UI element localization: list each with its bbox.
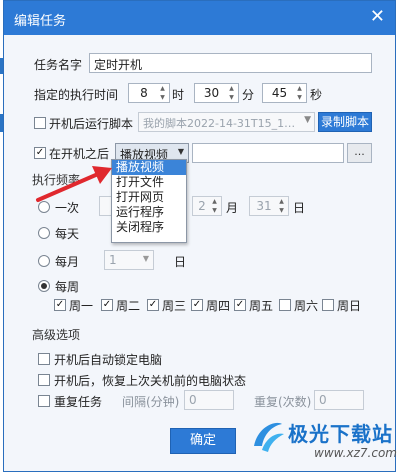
dialog-title: 编辑任务 xyxy=(14,14,67,29)
once-month-value: 2 xyxy=(198,199,206,213)
repeat-count-input[interactable]: 0 xyxy=(314,390,364,410)
weekday-checkbox-tue[interactable]: ✓ xyxy=(101,299,113,311)
weekday-label-sat: 周六 xyxy=(294,299,319,313)
minute-value: 30 xyxy=(203,86,220,100)
confirm-button[interactable]: 确定 xyxy=(170,428,236,454)
hour-stepper[interactable]: 8 ▲ ▼ xyxy=(128,83,170,103)
watermark-url: www.xz7.com xyxy=(314,446,397,460)
exec-time-label: 指定的执行时间 xyxy=(34,88,119,102)
advanced-section-label: 高级选项 xyxy=(32,328,81,342)
spin-icon[interactable]: ▲ ▼ xyxy=(157,85,168,101)
run-script-label: 开机后运行脚本 xyxy=(49,117,134,131)
watermark-brand: 极光下载站 xyxy=(288,422,393,446)
run-script-checkbox[interactable] xyxy=(34,117,46,129)
weekday-label-thu: 周四 xyxy=(206,299,231,313)
weekday-label-fri: 周五 xyxy=(249,299,274,313)
second-value: 45 xyxy=(271,86,288,100)
chevron-down-icon: ▼ xyxy=(304,115,311,125)
weekday-label-sun: 周日 xyxy=(337,299,362,313)
hour-value: 8 xyxy=(140,86,148,100)
lock-pc-checkbox[interactable] xyxy=(38,353,50,365)
minute-stepper[interactable]: 30 ▲ ▼ xyxy=(194,83,239,103)
lock-pc-label: 开机后自动锁定电脑 xyxy=(54,353,163,367)
dropdown-option[interactable]: 关闭程序 xyxy=(112,220,186,235)
weekday-checkbox-sun[interactable] xyxy=(322,299,334,311)
once-day-stepper[interactable]: 31 ▲ ▼ xyxy=(249,196,289,216)
task-name-input[interactable]: 定时开机 xyxy=(89,53,372,73)
repeat-task-label: 重复任务 xyxy=(54,395,103,409)
dropdown-option[interactable]: 打开网页 xyxy=(112,190,186,205)
freq-daily-radio[interactable] xyxy=(38,227,50,239)
close-icon[interactable]: ✕ xyxy=(370,7,385,27)
chevron-down-icon: ▼ xyxy=(142,254,149,263)
script-select-value: 我的脚本2022-14-31T15_1… xyxy=(143,117,296,130)
weekday-label-mon: 周一 xyxy=(69,299,94,313)
freq-daily-label: 每天 xyxy=(55,227,80,241)
record-script-button[interactable]: 录制脚本 xyxy=(318,112,372,132)
spin-icon[interactable]: ▲ ▼ xyxy=(294,85,305,101)
once-day-unit: 日 xyxy=(293,201,306,215)
aurora-logo-icon xyxy=(254,422,284,452)
weekday-checkbox-wed[interactable]: ✓ xyxy=(147,299,159,311)
action-dropdown-list: 播放视频 打开文件 打开网页 运行程序 关闭程序 xyxy=(111,159,187,243)
interval-label: 间隔(分钟) xyxy=(122,395,180,409)
restore-state-checkbox[interactable] xyxy=(38,374,50,386)
restore-state-label: 开机后，恢复上次关机前的电脑状态 xyxy=(54,374,247,388)
spin-icon[interactable]: ▲ ▼ xyxy=(226,85,237,101)
edit-task-dialog: 编辑任务 ✕ 任务名字 定时开机 指定的执行时间 8 ▲ ▼ 时 30 ▲ ▼ 分 … xyxy=(3,0,396,472)
spin-icon[interactable]: ▲ ▼ xyxy=(209,198,220,214)
dropdown-option[interactable]: 运行程序 xyxy=(112,205,186,220)
freq-weekly-label: 每周 xyxy=(55,280,80,294)
dropdown-option[interactable]: 播放视频 xyxy=(112,160,186,175)
browse-button[interactable]: ... xyxy=(347,143,372,163)
hour-unit: 时 xyxy=(172,88,185,102)
script-select[interactable]: 我的脚本2022-14-31T15_1… ▼ xyxy=(138,112,315,132)
freq-monthly-radio[interactable] xyxy=(38,255,50,267)
monthly-day-unit: 日 xyxy=(174,255,187,269)
freq-weekly-radio[interactable] xyxy=(38,280,50,292)
annotation-arrow-icon xyxy=(36,166,112,202)
dropdown-option[interactable]: 打开文件 xyxy=(112,175,186,190)
second-unit: 秒 xyxy=(310,88,323,102)
weekday-checkbox-thu[interactable]: ✓ xyxy=(191,299,203,311)
once-month-unit: 月 xyxy=(226,201,239,215)
spin-icon[interactable]: ▲ ▼ xyxy=(276,198,287,214)
monthly-day-select[interactable]: 1 ▼ xyxy=(104,250,154,270)
weekday-checkbox-mon[interactable]: ✓ xyxy=(54,299,66,311)
once-day-value: 31 xyxy=(256,199,272,213)
weekday-label-wed: 周三 xyxy=(162,299,187,313)
monthly-day-value: 1 xyxy=(109,253,117,267)
weekday-checkbox-sat[interactable] xyxy=(279,299,291,311)
task-name-label: 任务名字 xyxy=(34,58,83,72)
chevron-down-icon: ▼ xyxy=(177,147,184,156)
repeat-count-label: 重复(次数) xyxy=(254,395,312,409)
title-bar: 编辑任务 ✕ xyxy=(4,1,395,35)
minute-unit: 分 xyxy=(242,88,255,102)
weekday-checkbox-fri[interactable]: ✓ xyxy=(234,299,246,311)
second-stepper[interactable]: 45 ▲ ▼ xyxy=(262,83,307,103)
once-month-stepper[interactable]: 2 ▲ ▼ xyxy=(192,196,222,216)
freq-monthly-label: 每月 xyxy=(55,255,80,269)
path-input[interactable] xyxy=(192,143,344,163)
after-boot-checkbox[interactable]: ✓ xyxy=(34,147,46,159)
weekday-label-tue: 周二 xyxy=(116,299,141,313)
repeat-task-checkbox[interactable] xyxy=(38,395,50,407)
watermark: 极光下载站 www.xz7.com xyxy=(248,412,398,470)
interval-input[interactable]: 0 xyxy=(184,390,234,410)
